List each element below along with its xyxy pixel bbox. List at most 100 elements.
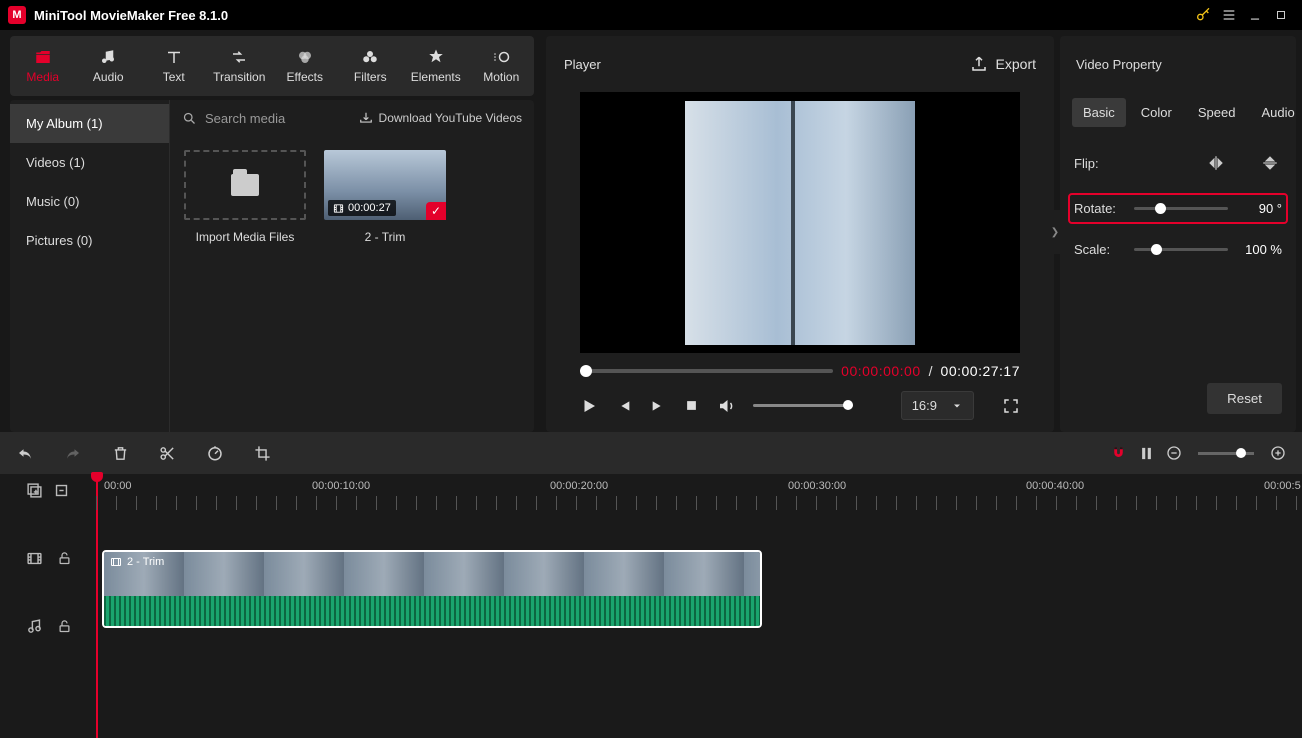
tab-filters[interactable]: Filters bbox=[338, 48, 404, 84]
prop-tab-audio[interactable]: Audio bbox=[1250, 98, 1302, 127]
import-label: Import Media Files bbox=[184, 230, 306, 244]
add-track-button[interactable] bbox=[26, 482, 43, 499]
zoom-in-button[interactable] bbox=[1270, 445, 1286, 461]
tab-media[interactable]: Media bbox=[10, 48, 76, 84]
app-logo-icon: M bbox=[8, 6, 26, 24]
menu-icon[interactable] bbox=[1216, 2, 1242, 28]
tab-motion[interactable]: Motion bbox=[469, 48, 535, 84]
volume-slider[interactable] bbox=[753, 404, 853, 407]
app-title: MiniTool MovieMaker Free 8.1.0 bbox=[34, 8, 228, 23]
panel-collapse-handle[interactable]: ❯ bbox=[1050, 210, 1060, 254]
chevron-down-icon bbox=[951, 400, 963, 412]
scale-slider[interactable] bbox=[1134, 248, 1228, 251]
prev-frame-button[interactable] bbox=[616, 398, 632, 414]
text-icon bbox=[164, 48, 184, 66]
search-input[interactable]: Search media bbox=[205, 111, 285, 126]
split-button[interactable] bbox=[159, 445, 176, 462]
export-button[interactable]: Export bbox=[970, 55, 1036, 73]
volume-button[interactable] bbox=[717, 397, 735, 415]
remove-track-button[interactable] bbox=[53, 482, 70, 499]
media-clip-card[interactable]: 00:00:27 ✓ 2 - Trim bbox=[324, 150, 446, 244]
scale-row: Scale: 100 % bbox=[1074, 242, 1282, 257]
flip-vertical-button[interactable] bbox=[1258, 151, 1282, 175]
delete-button[interactable] bbox=[112, 445, 129, 462]
import-media-card[interactable]: Import Media Files bbox=[184, 150, 306, 244]
titlebar: M MiniTool MovieMaker Free 8.1.0 bbox=[0, 0, 1302, 30]
audio-track-icon bbox=[26, 618, 43, 635]
rotate-slider[interactable] bbox=[1134, 207, 1228, 210]
fullscreen-button[interactable] bbox=[1002, 397, 1020, 415]
search-icon[interactable] bbox=[182, 111, 197, 126]
prop-tab-color[interactable]: Color bbox=[1130, 98, 1183, 127]
tab-text[interactable]: Text bbox=[141, 48, 207, 84]
audio-track-lock[interactable] bbox=[57, 619, 72, 634]
sidebar-item-music[interactable]: Music (0) bbox=[10, 182, 169, 221]
player-title: Player bbox=[564, 57, 601, 72]
play-button[interactable] bbox=[580, 397, 598, 415]
seek-slider[interactable] bbox=[580, 369, 833, 373]
sidebar-item-myalbum[interactable]: My Album (1) bbox=[10, 104, 169, 143]
speed-button[interactable] bbox=[206, 444, 224, 462]
redo-button[interactable] bbox=[64, 444, 82, 462]
ruler-mark: 00:00:30:00 bbox=[788, 480, 846, 492]
maximize-button[interactable] bbox=[1268, 2, 1294, 28]
sidebar-item-videos[interactable]: Videos (1) bbox=[10, 143, 169, 182]
export-label: Export bbox=[996, 56, 1036, 72]
timeline-ruler[interactable]: 00:00 00:00:10:00 00:00:20:00 00:00:30:0… bbox=[96, 474, 1302, 518]
player-panel: Player Export 00:00:00:00 / 00:00:27:17 bbox=[546, 36, 1054, 432]
motion-icon bbox=[491, 48, 511, 66]
aspect-label: 16:9 bbox=[912, 398, 937, 413]
tab-audio-label: Audio bbox=[93, 70, 124, 84]
ruler-mark: 00:00:5 bbox=[1264, 480, 1301, 492]
current-time: 00:00:00:00 bbox=[841, 363, 920, 379]
flip-horizontal-button[interactable] bbox=[1204, 151, 1228, 175]
crop-button[interactable] bbox=[254, 445, 271, 462]
minimize-button[interactable] bbox=[1242, 2, 1268, 28]
tab-effects[interactable]: Effects bbox=[272, 48, 338, 84]
property-title: Video Property bbox=[1060, 36, 1296, 92]
tab-transition-label: Transition bbox=[213, 70, 265, 84]
download-youtube-link[interactable]: Download YouTube Videos bbox=[359, 111, 522, 125]
timeline-toolbar bbox=[0, 432, 1302, 474]
zoom-slider[interactable] bbox=[1198, 452, 1254, 455]
preview-area[interactable] bbox=[580, 92, 1020, 353]
prop-tab-speed[interactable]: Speed bbox=[1187, 98, 1247, 127]
video-track-lock[interactable] bbox=[57, 551, 72, 566]
next-frame-button[interactable] bbox=[650, 398, 666, 414]
clip-name: 2 - Trim bbox=[324, 230, 446, 244]
preview-image bbox=[685, 101, 915, 345]
elements-icon bbox=[426, 48, 446, 66]
clip-title: 2 - Trim bbox=[110, 556, 164, 568]
zoom-out-button[interactable] bbox=[1166, 445, 1182, 461]
ruler-mark: 00:00 bbox=[104, 480, 132, 492]
sidebar-item-pictures[interactable]: Pictures (0) bbox=[10, 221, 169, 260]
prop-tab-basic[interactable]: Basic bbox=[1072, 98, 1126, 127]
clip-thumb: 00:00:27 ✓ bbox=[324, 150, 446, 220]
property-panel: ❯ Video Property Basic Color Speed Audio… bbox=[1060, 36, 1296, 432]
tab-transition[interactable]: Transition bbox=[207, 48, 273, 84]
tab-effects-label: Effects bbox=[287, 70, 323, 84]
auto-ripple-button[interactable] bbox=[1139, 445, 1154, 462]
audio-icon bbox=[98, 48, 118, 66]
undo-button[interactable] bbox=[16, 444, 34, 462]
tab-audio[interactable]: Audio bbox=[76, 48, 142, 84]
folder-icon bbox=[231, 174, 259, 196]
magnet-button[interactable] bbox=[1110, 445, 1127, 462]
aspect-ratio-select[interactable]: 16:9 bbox=[901, 391, 974, 420]
rotate-label: Rotate: bbox=[1074, 201, 1128, 216]
tab-elements[interactable]: Elements bbox=[403, 48, 469, 84]
ruler-mark: 00:00:40:00 bbox=[1026, 480, 1084, 492]
import-thumb bbox=[184, 150, 306, 220]
timeline-clip[interactable]: 2 - Trim bbox=[102, 550, 762, 628]
key-icon[interactable] bbox=[1190, 2, 1216, 28]
reset-button[interactable]: Reset bbox=[1207, 383, 1282, 414]
rotate-value: 90 ° bbox=[1238, 201, 1282, 216]
download-youtube-label: Download YouTube Videos bbox=[379, 111, 522, 125]
ruler-mark: 00:00:20:00 bbox=[550, 480, 608, 492]
track-body[interactable]: 2 - Trim bbox=[96, 518, 1302, 728]
clip-checkmark-icon: ✓ bbox=[426, 202, 446, 220]
stop-button[interactable] bbox=[684, 398, 699, 413]
video-track-icon bbox=[26, 550, 43, 567]
flip-label: Flip: bbox=[1074, 156, 1128, 171]
media-sidebar: My Album (1) Videos (1) Music (0) Pictur… bbox=[10, 100, 170, 432]
